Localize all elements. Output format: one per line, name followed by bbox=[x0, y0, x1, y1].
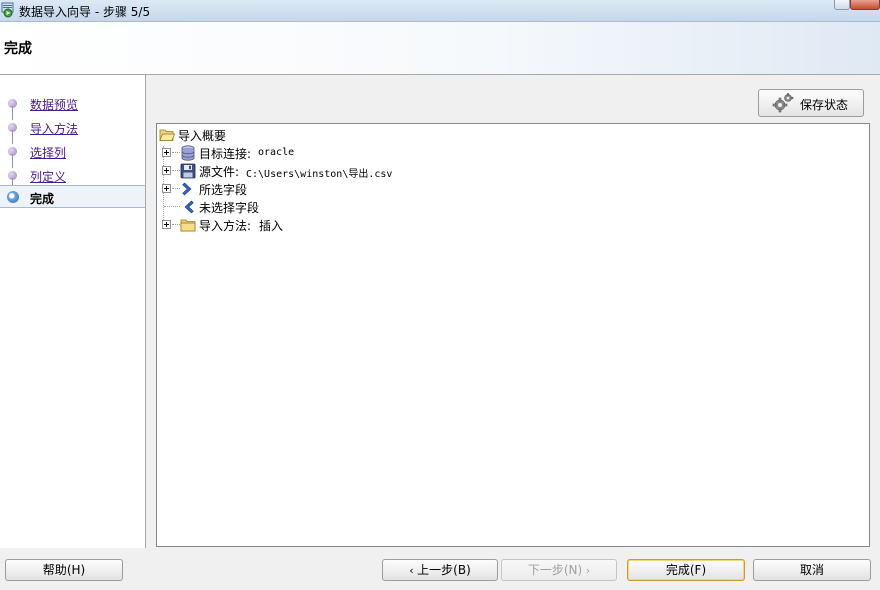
tree-item-label: 目标连接: bbox=[199, 147, 252, 161]
back-label: 上一步 bbox=[417, 563, 454, 577]
folder-open-icon bbox=[159, 129, 175, 141]
step-import-method[interactable]: 导入方法 bbox=[0, 116, 145, 144]
title-bar: 数据导入向导 - 步骤 5/5 bbox=[0, 0, 880, 22]
tree-item-label: 所选字段 bbox=[199, 183, 248, 197]
wizard-steps-sidebar: 数据预览 导入方法 选择列 列定义 完成 bbox=[0, 75, 146, 548]
chevron-right-icon bbox=[182, 182, 192, 196]
tree-item-label: 未选择字段 bbox=[199, 201, 260, 215]
tree-connector bbox=[164, 206, 180, 207]
tree-item-value: 插入 bbox=[259, 219, 284, 233]
wizard-header: 完成 bbox=[0, 22, 880, 75]
wizard-footer: 帮助(H) ‹ 上一步(B) 下一步(N) › 完成(F) 取消 bbox=[0, 548, 880, 590]
back-mnemonic: (B) bbox=[453, 563, 471, 577]
expand-icon[interactable] bbox=[162, 220, 171, 229]
next-label: 下一步 bbox=[527, 563, 564, 577]
cancel-button[interactable]: 取消 bbox=[753, 559, 871, 581]
tree-item-label: 导入方法: bbox=[199, 219, 252, 233]
next-mnemonic: (N) bbox=[563, 563, 583, 577]
database-icon bbox=[181, 145, 195, 161]
expand-icon[interactable] bbox=[162, 166, 171, 175]
summary-panel: 保存状态 导入概要 目标连接: oracle 源文件: C:\Users\win… bbox=[146, 75, 880, 548]
step-label[interactable]: 数据预览 bbox=[30, 96, 78, 113]
help-mnemonic: (H) bbox=[66, 563, 86, 577]
gears-icon bbox=[772, 93, 794, 113]
window-title: 数据导入向导 - 步骤 5/5 bbox=[19, 5, 151, 19]
step-data-preview[interactable]: 数据预览 bbox=[0, 92, 145, 120]
save-state-label: 保存状态 bbox=[800, 98, 849, 112]
finish-mnemonic: (F) bbox=[689, 563, 707, 577]
chevron-left-icon: ‹ bbox=[409, 564, 418, 577]
disk-icon bbox=[180, 163, 196, 179]
finish-label: 完成 bbox=[665, 563, 690, 577]
chevron-right-icon: › bbox=[582, 564, 591, 577]
step-current-node-icon bbox=[7, 191, 19, 203]
expand-icon[interactable] bbox=[162, 148, 171, 157]
tree-item-value: oracle bbox=[258, 147, 295, 158]
tree-item-value: C:\Users\winston\导出.csv bbox=[246, 169, 393, 180]
close-button[interactable] bbox=[850, 0, 880, 10]
tree-connector bbox=[172, 170, 180, 171]
tree-connector bbox=[172, 188, 180, 189]
next-button[interactable]: 下一步(N) › bbox=[501, 559, 617, 581]
wizard-app-icon bbox=[1, 2, 14, 18]
step-select-columns[interactable]: 选择列 bbox=[0, 140, 145, 168]
step-column-definition[interactable]: 列定义 bbox=[0, 164, 145, 192]
back-button[interactable]: ‹ 上一步(B) bbox=[382, 559, 498, 581]
summary-tree[interactable]: 导入概要 目标连接: oracle 源文件: C:\Users\winston\… bbox=[156, 123, 870, 547]
tree-item-label: 源文件: bbox=[199, 165, 240, 179]
step-label[interactable]: 选择列 bbox=[30, 144, 66, 161]
save-state-button[interactable]: 保存状态 bbox=[758, 89, 864, 117]
help-label: 帮助 bbox=[42, 563, 67, 577]
step-label[interactable]: 导入方法 bbox=[30, 120, 78, 137]
help-button[interactable]: 帮助(H) bbox=[5, 559, 123, 581]
tree-connector bbox=[172, 152, 180, 153]
minimize-button[interactable] bbox=[834, 0, 850, 10]
step-finish[interactable]: 完成 bbox=[0, 185, 145, 208]
tree-root-label: 导入概要 bbox=[178, 129, 227, 143]
step-label: 完成 bbox=[30, 192, 55, 206]
tree-connector bbox=[172, 224, 180, 225]
step-label[interactable]: 列定义 bbox=[30, 168, 66, 185]
cancel-label: 取消 bbox=[799, 563, 824, 577]
finish-button[interactable]: 完成(F) bbox=[627, 559, 745, 581]
expand-icon[interactable] bbox=[162, 184, 171, 193]
folder-icon bbox=[180, 219, 196, 232]
page-title: 完成 bbox=[4, 41, 32, 57]
chevron-left-icon bbox=[184, 200, 194, 214]
